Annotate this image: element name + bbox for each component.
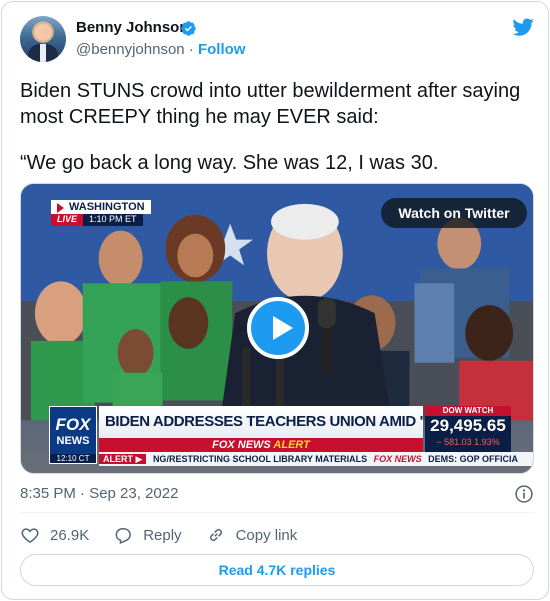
live-label: LIVE [51, 214, 84, 226]
fox-news-logo: FOX NEWS 12:10 CT [49, 406, 97, 464]
tweet-actions: 26.9K Reply Copy link [20, 522, 321, 548]
reply-button[interactable]: Reply [113, 525, 182, 545]
author-name[interactable]: Benny Johnson [76, 19, 189, 36]
like-button[interactable]: 26.9K [20, 525, 89, 545]
twitter-bird-icon[interactable] [510, 16, 536, 38]
dow-value: 29,495.65 [430, 416, 506, 435]
alert-word: ALERT [273, 439, 310, 451]
fox-logo-line2: NEWS [56, 435, 90, 447]
reply-label: Reply [143, 526, 182, 544]
news-headline: BIDEN ADDRESSES TEACHERS UNION AMID "WOK… [99, 406, 423, 438]
ticker-text: NG/RESTRICTING SCHOOL LIBRARY MATERIALS [152, 454, 368, 464]
info-icon[interactable] [514, 484, 534, 504]
avatar[interactable] [20, 16, 66, 62]
ticker-text-2: DEMS: GOP OFFICIA [428, 454, 518, 464]
copy-link-label: Copy link [235, 526, 298, 544]
play-button[interactable] [247, 297, 309, 359]
dow-change: − 581.03 1.93% [436, 437, 500, 447]
location-tag: WASHINGTON [51, 200, 151, 214]
live-time: 1:10 PM ET [83, 214, 143, 226]
like-count: 26.9K [50, 526, 90, 544]
video-player[interactable]: WASHINGTON LIVE 1:10 PM ET Watch on Twit… [20, 183, 534, 474]
tweet-text: Biden STUNS crowd into utter bewildermen… [20, 78, 532, 176]
reply-bubble-icon [115, 528, 132, 545]
author-handle[interactable]: @bennyjohnson [76, 41, 185, 58]
tweet-paragraph-1: Biden STUNS crowd into utter bewildermen… [20, 80, 521, 128]
alert-brand: FOX NEWS [212, 439, 271, 451]
ticker-alert-label: ALERT ▶ [99, 454, 147, 464]
live-tag: LIVE 1:10 PM ET [51, 214, 143, 226]
watch-on-twitter-button[interactable]: Watch on Twitter [381, 198, 527, 228]
news-lower-third: FOX NEWS 12:10 CT BIDEN ADDRESSES TEACHE… [21, 402, 533, 473]
separator: · [188, 41, 194, 58]
read-replies-button[interactable]: Read 4.7K replies [20, 554, 534, 586]
fox-clock: 12:10 CT [50, 454, 96, 463]
tweet-timestamp[interactable]: 8:35 PM · Sep 23, 2022 [20, 485, 178, 502]
tweet-card: Benny Johnson @bennyjohnson · Follow Bid… [1, 1, 549, 600]
dow-label: DOW WATCH [425, 406, 511, 416]
verified-badge-icon [181, 21, 196, 36]
link-icon [209, 529, 222, 541]
news-ticker: ALERT ▶ NG/RESTRICTING SCHOOL LIBRARY MA… [99, 452, 533, 466]
copy-link-button[interactable]: Copy link [206, 525, 298, 545]
fox-logo-line1: FOX [55, 415, 91, 434]
fox-news-alert-banner: FOX NEWS ALERT [99, 438, 423, 452]
tweet-paragraph-2: “We go back a long way. She was 12, I wa… [20, 152, 439, 174]
divider [20, 512, 534, 513]
follow-link[interactable]: Follow [198, 41, 246, 58]
dow-watch: DOW WATCH 29,495.65 − 581.03 1.93% [425, 406, 511, 452]
handle-line: @bennyjohnson · Follow [76, 41, 245, 58]
heart-icon [21, 528, 39, 543]
ticker-brand: FOX NEWS [373, 454, 422, 464]
